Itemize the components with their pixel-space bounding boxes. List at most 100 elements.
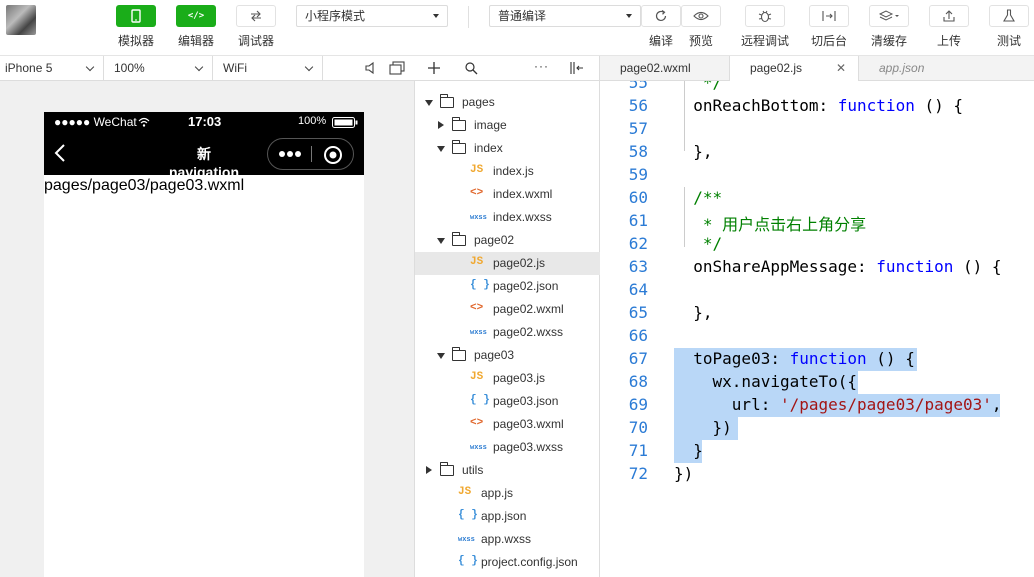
wxml-file-icon: <>: [470, 302, 484, 314]
code-line[interactable]: },: [674, 142, 712, 161]
back-arrow-icon[interactable]: [54, 144, 66, 162]
clear-cache-button[interactable]: [869, 5, 909, 27]
file-item[interactable]: { } page03.json: [415, 390, 600, 413]
phone-icon: [131, 9, 141, 23]
code-line[interactable]: * 用户点击右上角分享: [674, 211, 866, 235]
file-name: app.js: [481, 486, 514, 500]
code-icon: </>: [187, 11, 205, 21]
layers-icon: [879, 10, 899, 21]
code-line[interactable]: */: [674, 81, 722, 92]
folder-item[interactable]: utils: [415, 459, 600, 482]
wxml-file-icon: <>: [470, 187, 484, 199]
tab-page02-js[interactable]: page02.js ✕: [730, 56, 859, 82]
line-number: 58: [628, 142, 648, 161]
code-line[interactable]: },: [674, 303, 712, 322]
file-name: page02.wxss: [493, 325, 564, 339]
editor-toggle-button[interactable]: </>: [176, 5, 216, 27]
file-item[interactable]: wxss app.wxss: [415, 528, 600, 551]
file-item[interactable]: <> index.wxml: [415, 183, 600, 206]
wxss-file-icon: wxss: [470, 214, 487, 222]
folder-item[interactable]: page03: [415, 344, 600, 367]
collapse-panel-icon[interactable]: [569, 61, 585, 75]
code-line[interactable]: /**: [674, 188, 722, 207]
mode-select[interactable]: 小程序模式: [296, 5, 448, 27]
bug-icon: [758, 10, 772, 23]
code-line[interactable]: }: [674, 441, 703, 460]
code-line[interactable]: onReachBottom: function () {: [674, 96, 963, 115]
folder-item[interactable]: image: [415, 114, 600, 137]
folder-item[interactable]: pages: [415, 91, 600, 114]
zoom-select[interactable]: 100%: [104, 56, 213, 81]
more-dots-icon[interactable]: [278, 150, 302, 158]
expanded-arrow-icon[interactable]: [437, 146, 445, 152]
close-tab-icon[interactable]: ✕: [836, 56, 846, 81]
more-options-icon[interactable]: ···: [534, 59, 549, 73]
status-bar: ●●●●● WeChat 17:03 100%: [44, 112, 364, 132]
expanded-arrow-icon[interactable]: [437, 238, 445, 244]
file-item[interactable]: <> page02.wxml: [415, 298, 600, 321]
phone-screen: ●●●●● WeChat 17:03 100% 新navigation page…: [44, 112, 364, 577]
file-item[interactable]: JS app.js: [415, 482, 600, 505]
collapsed-arrow-icon[interactable]: [426, 466, 432, 474]
remote-debug-button[interactable]: [745, 5, 785, 27]
editor-tabs: page02.wxml page02.js ✕ app.json: [600, 56, 1034, 82]
file-item[interactable]: wxss page03.wxss: [415, 436, 600, 459]
file-explorer: ··· pages image index JS index.js <> index.wxm…: [415, 56, 600, 577]
file-item[interactable]: JS page02.js: [415, 252, 600, 275]
folder-item[interactable]: index: [415, 137, 600, 160]
collapsed-arrow-icon[interactable]: [438, 121, 444, 129]
speaker-icon[interactable]: [364, 61, 378, 75]
code-editor[interactable]: 55 */ 56 onReachBottom: function () {57 58…: [600, 81, 1034, 577]
test-button[interactable]: [989, 5, 1029, 27]
network-select[interactable]: WiFi: [213, 56, 323, 81]
file-item[interactable]: <> page03.wxml: [415, 413, 600, 436]
user-avatar[interactable]: [6, 5, 36, 35]
add-file-icon[interactable]: [428, 62, 440, 74]
file-item[interactable]: JS index.js: [415, 160, 600, 183]
code-line[interactable]: wx.navigateTo({: [674, 372, 858, 391]
file-item[interactable]: { } app.json: [415, 505, 600, 528]
file-item[interactable]: { } page02.json: [415, 275, 600, 298]
file-name: project.config.json: [481, 555, 578, 569]
search-icon[interactable]: [465, 62, 478, 75]
debugger-label: 调试器: [237, 34, 274, 48]
json-file-icon: { }: [470, 279, 490, 291]
code-line[interactable]: onShareAppMessage: function () {: [674, 257, 1001, 276]
code-line[interactable]: }): [674, 464, 693, 483]
file-item[interactable]: { } project.config.json: [415, 551, 600, 574]
chevron-down-icon: [85, 62, 95, 72]
network-value: WiFi: [223, 61, 247, 75]
line-number: 56: [628, 96, 648, 115]
chevron-down-icon: [194, 62, 204, 72]
file-item[interactable]: wxss page02.wxss: [415, 321, 600, 344]
compile-mode-select[interactable]: 普通编译: [489, 5, 641, 27]
debugger-toggle-button[interactable]: [236, 5, 276, 27]
file-item[interactable]: wxss index.wxss: [415, 206, 600, 229]
line-number: 65: [628, 303, 648, 322]
device-select[interactable]: iPhone 5: [0, 56, 104, 81]
expanded-arrow-icon[interactable]: [437, 353, 445, 359]
carrier-text: ●●●●● WeChat: [54, 115, 137, 129]
code-line[interactable]: url: '/pages/page03/page03',: [674, 395, 1002, 414]
js-file-icon: JS: [470, 256, 484, 268]
caret-down-icon: [626, 14, 632, 18]
preview-button[interactable]: [681, 5, 721, 27]
code-line[interactable]: }): [674, 418, 732, 437]
folder-item[interactable]: page02: [415, 229, 600, 252]
compile-button[interactable]: [641, 5, 681, 27]
simulator-toggle-button[interactable]: [116, 5, 156, 27]
expanded-arrow-icon[interactable]: [425, 100, 433, 106]
tab-label: page02.wxml: [620, 61, 691, 75]
tab-app-json[interactable]: app.json: [859, 56, 969, 81]
background-button[interactable]: [809, 5, 849, 27]
detach-window-icon[interactable]: [389, 61, 405, 75]
file-item[interactable]: JS page03.js: [415, 367, 600, 390]
file-name: app.wxss: [481, 532, 532, 546]
folder-icon: [452, 117, 466, 131]
folder-open-icon: [452, 347, 466, 361]
code-line[interactable]: toPage03: function () {: [674, 349, 915, 368]
upload-button[interactable]: [929, 5, 969, 27]
code-line[interactable]: */: [674, 234, 722, 253]
close-miniprogram-icon[interactable]: [323, 145, 343, 165]
tab-page02-wxml[interactable]: page02.wxml: [600, 56, 730, 81]
